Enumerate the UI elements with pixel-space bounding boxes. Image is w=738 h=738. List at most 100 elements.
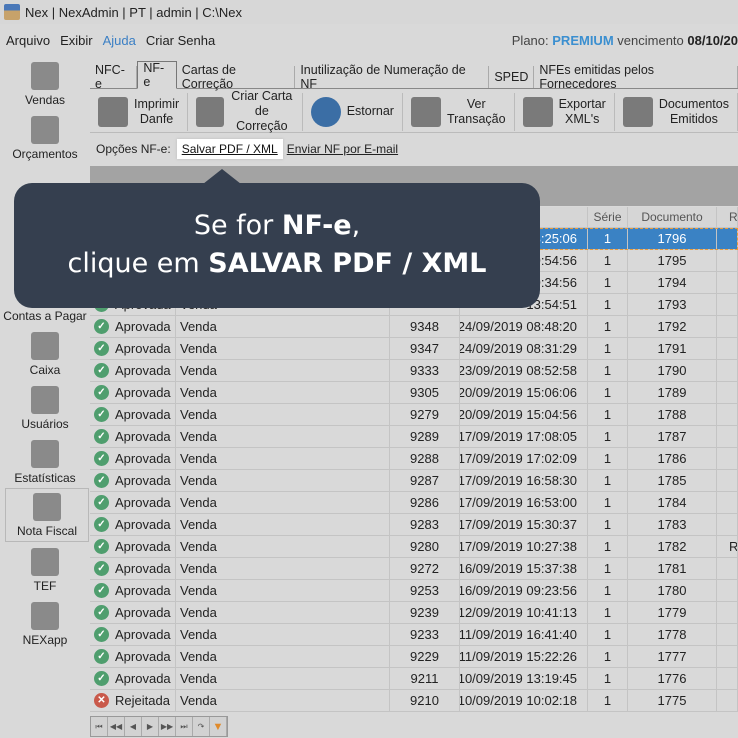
approved-icon: ✓: [94, 363, 109, 378]
cell: 1779: [628, 602, 717, 623]
sidebar-item-6[interactable]: Usuários: [0, 380, 90, 434]
tab-4[interactable]: SPED: [489, 66, 535, 88]
sidebar-item-10[interactable]: NEXapp: [0, 596, 90, 650]
table-row[interactable]: ✓ Aprovada Venda 9239 12/09/2019 10:41:13 1 17…: [90, 602, 738, 624]
window-title: Nex | NexAdmin | PT | admin | C:\Nex: [25, 4, 243, 20]
cell-text: Aprovada: [115, 407, 171, 422]
cell-text: 9283: [410, 517, 439, 532]
table-row[interactable]: ✓ Aprovada Venda 9233 11/09/2019 16:41:40 1 17…: [90, 624, 738, 646]
save-pdf-xml-link[interactable]: Salvar PDF / XML: [176, 139, 283, 159]
cell-text: 1793: [657, 297, 687, 312]
next-icon[interactable]: ▶: [142, 717, 159, 736]
cell: ✓ Aprovada: [90, 382, 176, 403]
table-row[interactable]: ✓ Aprovada Venda 9253 16/09/2019 09:23:56 1 17…: [90, 580, 738, 602]
menu-exibir[interactable]: Exibir: [60, 33, 93, 48]
sidebar-item-label: NEXapp: [22, 633, 68, 647]
next-page-icon[interactable]: ▶▶: [159, 717, 176, 736]
table-row[interactable]: ✓ Aprovada Venda 9286 17/09/2019 16:53:00 1 17…: [90, 492, 738, 514]
cell-text: Aprovada: [115, 473, 171, 488]
cell: ✓ Aprovada: [90, 668, 176, 689]
table-row[interactable]: ✕ Rejeitada Venda 9210 10/09/2019 10:02:18 1 1…: [90, 690, 738, 712]
menu-criar-senha[interactable]: Criar Senha: [146, 33, 215, 48]
cell: 1: [588, 316, 628, 337]
cell-text: Venda: [180, 495, 217, 510]
cell-text: Venda: [180, 693, 217, 708]
approved-icon: ✓: [94, 649, 109, 664]
sidebar-item-1[interactable]: Orçamentos: [0, 110, 90, 164]
refresh-icon[interactable]: ↷: [193, 717, 210, 736]
cell: Venda: [176, 404, 390, 425]
cell-text: 1: [603, 341, 612, 356]
toolbar-button-1[interactable]: Criar Carta de Correção: [188, 89, 303, 133]
cell: 1777: [628, 646, 717, 667]
table-row[interactable]: ✓ Aprovada Venda 9211 10/09/2019 13:19:45 1 17…: [90, 668, 738, 690]
cell: [717, 294, 738, 315]
first-icon[interactable]: ⏮: [91, 717, 108, 736]
send-email-link[interactable]: Enviar NF por E-mail: [287, 142, 398, 156]
prev-icon[interactable]: ◀: [125, 717, 142, 736]
cell: 16/09/2019 15:37:38: [460, 558, 588, 579]
table-row[interactable]: ✓ Aprovada Venda 9279 20/09/2019 15:04:56 1 17…: [90, 404, 738, 426]
approved-icon: ✓: [94, 627, 109, 642]
tab-3[interactable]: Inutilização de Numeração de NF: [295, 63, 490, 91]
callout-pointer: [203, 169, 241, 184]
cell-text: 23/09/2019 08:52:58: [460, 363, 577, 378]
menu-ajuda[interactable]: Ajuda: [103, 33, 136, 48]
cell-text: 17/09/2019 16:58:30: [460, 473, 577, 488]
column-header-6[interactable]: RS: [717, 207, 738, 227]
filter-icon[interactable]: ▼: [210, 717, 227, 736]
table-row[interactable]: ✓ Aprovada Venda 9305 20/09/2019 15:06:06 1 17…: [90, 382, 738, 404]
sidebar-item-9[interactable]: TEF: [0, 542, 90, 596]
cell-text: 1775: [657, 693, 687, 708]
cell: ✓ Aprovada: [90, 360, 176, 381]
toolbar-button-4[interactable]: Exportar XML's: [515, 92, 615, 131]
sidebar-item-0[interactable]: Vendas: [0, 56, 90, 110]
table-row[interactable]: ✓ Aprovada Venda 9280 17/09/2019 10:27:38 1 17…: [90, 536, 738, 558]
menu-arquivo[interactable]: Arquivo: [6, 33, 50, 48]
cell: ✓ Aprovada: [90, 580, 176, 601]
cell: 1796: [628, 228, 717, 249]
table-row[interactable]: ✓ Aprovada Venda 9287 17/09/2019 16:58:30 1 17…: [90, 470, 738, 492]
cell: [717, 338, 738, 359]
last-icon[interactable]: ⏭: [176, 717, 193, 736]
cell-text: 20/09/2019 15:04:56: [460, 407, 577, 422]
table-row[interactable]: ✓ Aprovada Venda 9348 24/09/2019 08:48:20 1 17…: [90, 316, 738, 338]
options-label: Opções NF-e:: [96, 142, 171, 156]
cell-text: Aprovada: [115, 517, 171, 532]
prev-page-icon[interactable]: ◀◀: [108, 717, 125, 736]
tab-2[interactable]: Cartas de Correção: [177, 63, 296, 91]
money-document-icon: [622, 96, 653, 127]
table-row[interactable]: ✓ Aprovada Venda 9229 11/09/2019 15:22:26 1 17…: [90, 646, 738, 668]
label-line2: Emitidos: [669, 111, 718, 126]
tab-1[interactable]: NF-e: [137, 61, 177, 89]
column-header-5[interactable]: Documento: [628, 207, 717, 227]
toolbar-button-0[interactable]: Imprimir Danfe: [90, 92, 189, 131]
cell: 11/09/2019 16:41:40: [460, 624, 588, 645]
table-row[interactable]: ✓ Aprovada Venda 9272 16/09/2019 15:37:38 1 17…: [90, 558, 738, 580]
toolbar-button-5[interactable]: Documentos Emitidos: [615, 92, 738, 131]
tab-0[interactable]: NFC-e: [90, 63, 138, 91]
toolbar-button-3[interactable]: Ver Transação: [403, 92, 515, 131]
column-header-4[interactable]: Série: [588, 207, 628, 227]
cell-text: Aprovada: [115, 341, 171, 356]
cell-text: Aprovada: [115, 649, 171, 664]
table-row[interactable]: ✓ Aprovada Venda 9288 17/09/2019 17:02:09 1 17…: [90, 448, 738, 470]
table-row[interactable]: ✓ Aprovada Venda 9333 23/09/2019 08:52:58 1 17…: [90, 360, 738, 382]
table-row[interactable]: ✓ Aprovada Venda 9283 17/09/2019 15:30:37 1 17…: [90, 514, 738, 536]
table-row[interactable]: ✓ Aprovada Venda 9289 17/09/2019 17:08:05 1 17…: [90, 426, 738, 448]
sidebar-item-5[interactable]: Caixa: [0, 326, 90, 380]
cell-text: 9286: [410, 495, 439, 510]
tab-5[interactable]: NFEs emitidas pelos Fornecedores: [534, 63, 738, 91]
sidebar-item-8[interactable]: Nota Fiscal: [5, 488, 89, 542]
toolbar-button-2[interactable]: Estornar: [303, 92, 403, 131]
cell-text: 9348: [410, 319, 439, 334]
approved-icon: ✓: [94, 517, 109, 532]
cell-text: 1784: [657, 495, 687, 510]
toolbar-button-label: Documentos Emitidos: [659, 97, 729, 127]
sidebar-item-7[interactable]: Estatísticas: [0, 434, 90, 488]
cell-text: 9253: [410, 583, 439, 598]
cell-text: Aprovada: [115, 539, 171, 554]
table-row[interactable]: ✓ Aprovada Venda 9347 24/09/2019 08:31:29 1 17…: [90, 338, 738, 360]
cell: Venda: [176, 668, 390, 689]
cell-text: 1: [603, 583, 612, 598]
